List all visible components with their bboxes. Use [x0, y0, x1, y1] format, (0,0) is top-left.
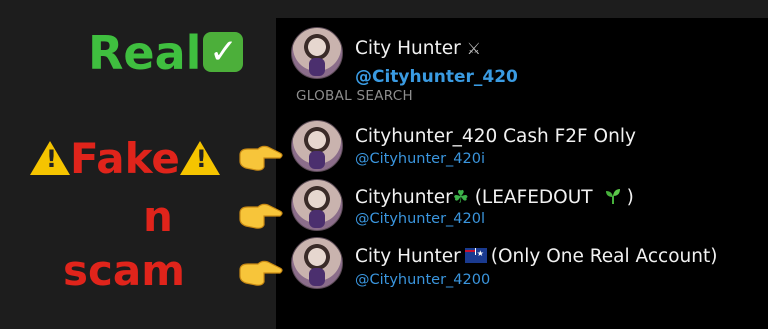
- clover-icon: ☘: [452, 187, 469, 208]
- real-label-text: Real: [88, 26, 202, 80]
- global-search-header: GLOBAL SEARCH: [296, 88, 413, 104]
- avatar[interactable]: [291, 179, 343, 231]
- warning-icon-mark: !: [195, 145, 207, 173]
- real-account-name[interactable]: City Hunter ⚔: [355, 38, 481, 59]
- pointing-hand-icon: [239, 145, 283, 171]
- result-name-prefix: Cityhunter: [355, 187, 453, 208]
- fake-label-text: Fake: [70, 134, 180, 183]
- result-handle[interactable]: @Cityhunter_420i: [355, 152, 485, 167]
- n-label: n: [143, 192, 173, 241]
- warning-icon-mark: !: [46, 145, 57, 173]
- real-label: Real ✓: [88, 30, 244, 76]
- check-mark-icon: ✓: [203, 32, 244, 72]
- avatar[interactable]: [291, 27, 343, 79]
- warning-icon: !: [30, 141, 70, 175]
- result-name-suffix: ): [626, 187, 634, 208]
- sprout-icon: [598, 188, 626, 207]
- result-name-middle: (LEAFEDOUT: [468, 187, 599, 208]
- real-account-handle[interactable]: @Cityhunter_420: [355, 69, 518, 86]
- search-results-panel: [276, 18, 768, 329]
- real-account-name-text: City Hunter: [355, 38, 461, 59]
- result-handle[interactable]: @Cityhunter_4200: [355, 273, 490, 288]
- fake-label: ! Fake!: [30, 138, 220, 180]
- result-name[interactable]: Cityhunter☘ (LEAFEDOUT ): [355, 188, 634, 208]
- result-name-prefix: City Hunter: [355, 246, 461, 267]
- warning-icon: !: [179, 141, 220, 175]
- pointing-hand-icon: [239, 260, 283, 286]
- avatar[interactable]: [291, 237, 343, 289]
- result-name[interactable]: City Hunter (Only One Real Account): [355, 246, 718, 267]
- pointing-hand-icon: [239, 203, 283, 229]
- australia-flag-icon: [464, 248, 487, 263]
- result-name[interactable]: Cityhunter_420 Cash F2F Only: [355, 127, 636, 147]
- ninja-icon: ⚔: [466, 39, 481, 58]
- result-handle[interactable]: @Cityhunter_420l: [355, 212, 485, 227]
- scam-label: scam: [63, 246, 186, 295]
- result-name-suffix: (Only One Real Account): [490, 246, 718, 267]
- avatar[interactable]: [291, 120, 343, 172]
